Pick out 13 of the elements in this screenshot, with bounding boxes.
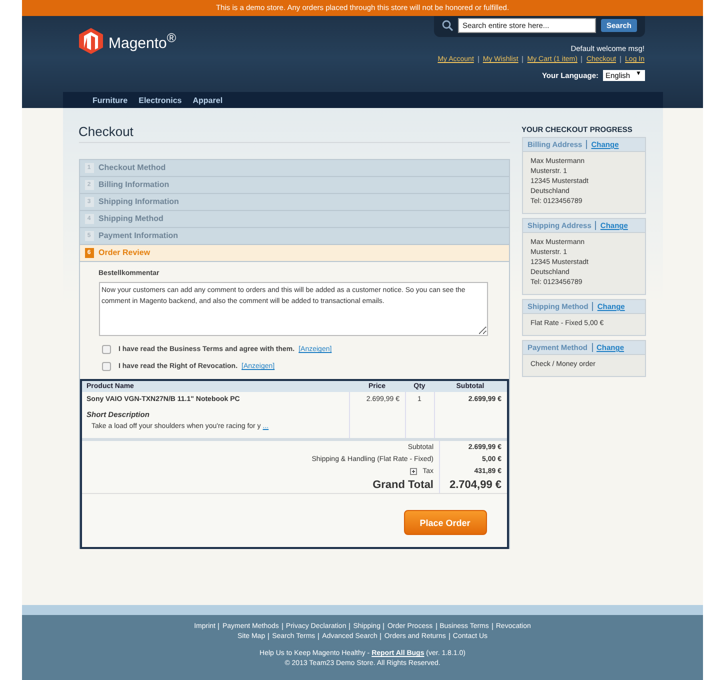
place-order-button[interactable]: Place Order (404, 510, 486, 535)
nav-item[interactable]: Electronics (138, 96, 182, 104)
nav-item[interactable]: Furniture (92, 96, 128, 104)
agreement-checkbox[interactable] (102, 345, 110, 354)
expand-icon[interactable] (410, 468, 417, 474)
total-value: 2.704,99 € (448, 479, 502, 491)
nav-item[interactable]: Apparel (192, 96, 223, 104)
logo-text: Magento$^{®}$ (108, 30, 176, 52)
page-title: Checkout (78, 118, 510, 143)
agreement-checkbox[interactable] (102, 362, 110, 371)
total-label: Grand Total (372, 479, 434, 491)
search-icon (442, 20, 454, 31)
logo-icon (78, 28, 102, 54)
